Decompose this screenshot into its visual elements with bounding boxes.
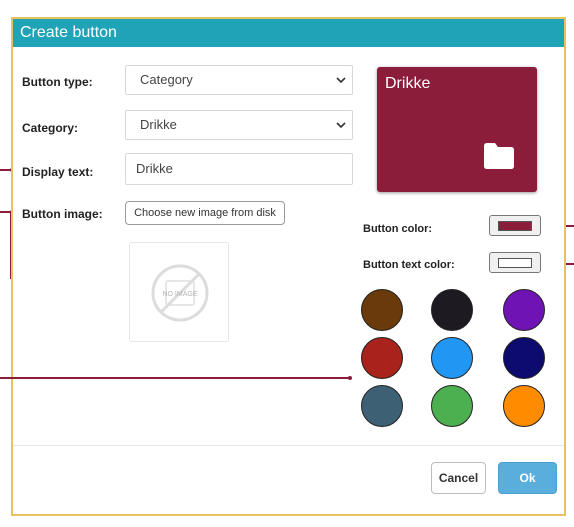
palette-color-red[interactable]: [361, 337, 403, 379]
button-image-label: Button image:: [22, 207, 103, 221]
cancel-button[interactable]: Cancel: [431, 462, 486, 494]
button-color-picker[interactable]: [489, 215, 541, 236]
palette-color-blue[interactable]: [431, 337, 473, 379]
palette-color-green[interactable]: [431, 385, 473, 427]
palette-color-purple[interactable]: [503, 289, 545, 331]
button-preview: Drikke: [377, 67, 537, 192]
display-text-input[interactable]: Drikke: [125, 153, 353, 185]
preview-text: Drikke: [385, 75, 431, 92]
category-label: Category:: [22, 121, 79, 135]
button-type-label: Button type:: [22, 75, 93, 89]
palette-color-orange[interactable]: [503, 385, 545, 427]
palette-color-brown[interactable]: [361, 289, 403, 331]
category-value: Drikke: [140, 117, 177, 132]
no-image-text: NO IMAGE: [162, 291, 197, 298]
no-image-icon: NO IMAGE: [151, 264, 209, 322]
button-text-color-swatch: [498, 258, 532, 268]
button-type-value: Category: [140, 72, 193, 87]
button-image-placeholder: NO IMAGE: [129, 242, 229, 342]
callout-line-palette: [0, 377, 350, 379]
palette-color-black[interactable]: [431, 289, 473, 331]
ok-button[interactable]: Ok: [498, 462, 557, 494]
palette-color-slate[interactable]: [361, 385, 403, 427]
display-text-label: Display text:: [22, 165, 94, 179]
folder-icon: [484, 143, 514, 169]
button-text-color-picker[interactable]: [489, 252, 541, 273]
chevron-down-icon: [336, 77, 346, 84]
button-color-swatch: [498, 221, 532, 231]
button-text-color-label: Button text color:: [363, 259, 455, 271]
category-select[interactable]: Drikke: [125, 110, 353, 140]
dialog-title: Create button: [13, 19, 564, 47]
chevron-down-icon: [336, 122, 346, 129]
button-type-select[interactable]: Category: [125, 65, 353, 95]
choose-image-button[interactable]: Choose new image from disk: [125, 201, 285, 225]
button-color-label: Button color:: [363, 223, 433, 235]
create-button-dialog: Create button Button type: Category Cate…: [11, 17, 566, 516]
palette-color-navy[interactable]: [503, 337, 545, 379]
footer-divider: [13, 445, 564, 446]
callout-dot-palette: [348, 376, 352, 380]
